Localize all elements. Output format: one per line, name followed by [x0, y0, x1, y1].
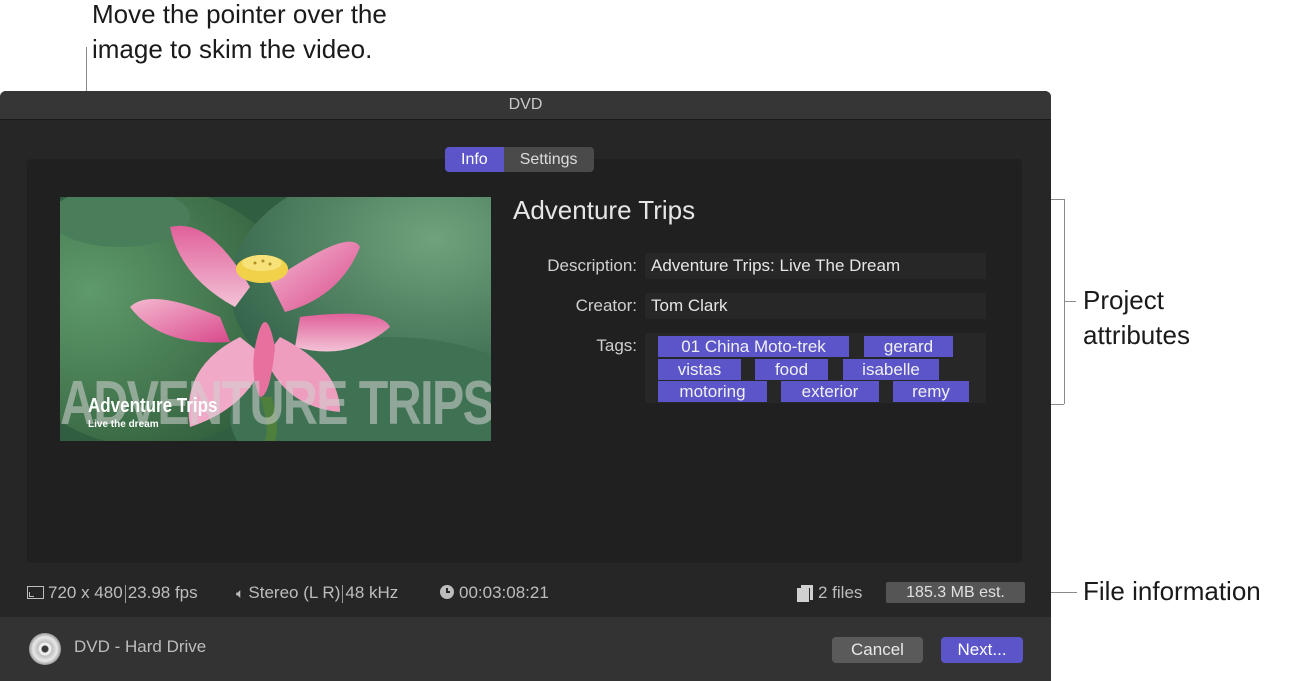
audio-info: 🔈︎ Stereo (L R) 48 kHz	[236, 579, 398, 607]
clock-icon	[440, 585, 454, 599]
resolution: 720 x 480	[48, 583, 123, 602]
frame-size-icon	[27, 586, 44, 599]
dialog-footer: DVD - Hard Drive Cancel Next...	[0, 617, 1051, 681]
creator-label: Creator:	[575, 296, 637, 315]
divider	[124, 584, 126, 603]
attributes-bracket-pointer	[1064, 301, 1076, 302]
tag[interactable]: isabelle	[843, 359, 939, 380]
estimated-size-badge: 185.3 MB est.	[886, 582, 1025, 603]
description-label: Description:	[547, 256, 637, 275]
tags-field[interactable]: 01 China Moto-trek gerard vistas food is…	[645, 333, 986, 403]
tab-info[interactable]: Info	[445, 147, 504, 172]
file-info-callout: File information	[1083, 576, 1261, 606]
attributes-callout-line2: attributes	[1083, 320, 1190, 350]
attributes-bracket-top	[1051, 199, 1064, 200]
frame-rate: 23.98 fps	[127, 583, 198, 602]
files-icon	[797, 585, 813, 602]
skim-callout-line1: Move the pointer over the	[92, 0, 387, 29]
info-settings-tabs: Info Settings	[445, 147, 594, 172]
format-info: 720 x 480 23.98 fps	[27, 579, 198, 607]
files-info: 2 files	[797, 579, 863, 607]
creator-field[interactable]: Tom Clark	[645, 293, 986, 319]
tag[interactable]: gerard	[864, 336, 953, 357]
audio-channels: Stereo (L R)	[248, 583, 341, 602]
tags-label: Tags:	[596, 336, 637, 355]
thumbnail-title: Adventure Trips	[88, 395, 218, 417]
sample-rate: 48 kHz	[345, 583, 399, 602]
tab-settings[interactable]: Settings	[503, 147, 594, 172]
window-title: DVD	[0, 91, 1051, 120]
duration: 00:03:08:21	[459, 583, 549, 602]
tag[interactable]: food	[755, 359, 828, 380]
attributes-callout-line1: Project	[1083, 285, 1164, 315]
file-count: 2 files	[818, 583, 863, 602]
video-thumbnail[interactable]: ADVENTURE TRIPS Adventure Trips Live the…	[60, 197, 491, 441]
tag[interactable]: remy	[893, 381, 969, 402]
next-button[interactable]: Next...	[941, 637, 1023, 663]
cancel-button[interactable]: Cancel	[832, 637, 923, 663]
tag[interactable]: exterior	[781, 381, 879, 402]
divider	[342, 584, 344, 603]
tag[interactable]: vistas	[658, 359, 741, 380]
thumbnail-subtitle: Live the dream	[88, 419, 159, 430]
description-field[interactable]: Adventure Trips: Live The Dream	[645, 253, 986, 279]
dvd-disc-icon	[29, 633, 61, 665]
tag[interactable]: motoring	[658, 381, 767, 402]
project-title: Adventure Trips	[513, 195, 696, 225]
destination-label: DVD - Hard Drive	[74, 637, 207, 656]
speaker-icon: 🔈︎	[236, 585, 245, 601]
skim-callout-line2: image to skim the video.	[92, 34, 373, 64]
file-info-callout-line	[1051, 592, 1077, 593]
tag[interactable]: 01 China Moto-trek	[658, 336, 849, 357]
attributes-bracket-bottom	[1051, 404, 1064, 405]
duration-info: 00:03:08:21	[440, 579, 549, 607]
